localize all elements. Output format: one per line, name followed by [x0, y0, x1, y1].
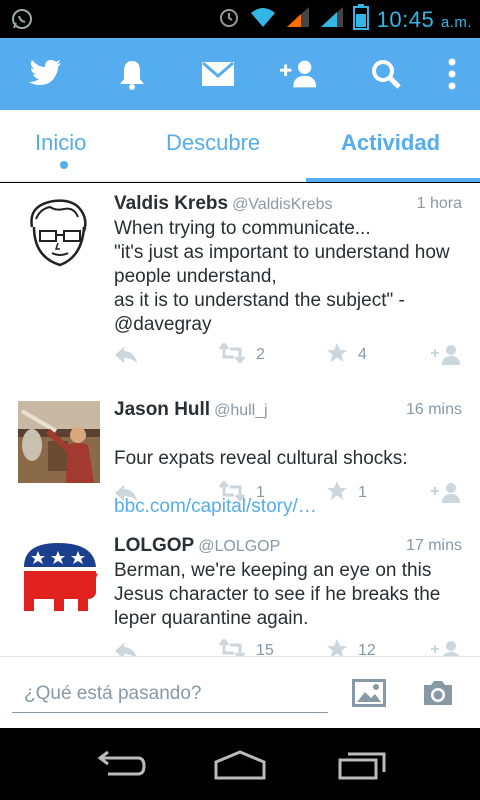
tweet-text: When trying to communicate... "it's just…: [114, 218, 450, 335]
unread-dot: [60, 161, 68, 169]
system-nav-bar: [0, 728, 480, 800]
compose-bar: ¿Qué está pasando?: [0, 656, 480, 728]
author-name[interactable]: Jason Hull: [114, 399, 210, 420]
favorite-count: 12: [358, 642, 376, 656]
app-bar: [0, 38, 480, 110]
retweet-button[interactable]: 15: [218, 637, 274, 656]
timeline[interactable]: Valdis Krebs @ValdisKrebs 1 hora When try…: [0, 183, 480, 656]
reply-icon[interactable]: [114, 639, 138, 656]
compose-input[interactable]: ¿Qué está pasando?: [12, 679, 328, 713]
favorite-button[interactable]: 1: [326, 480, 367, 507]
star-icon: [326, 342, 348, 369]
follow-icon[interactable]: [430, 343, 462, 367]
search-icon[interactable]: [366, 54, 406, 94]
retweet-icon: [218, 479, 246, 506]
notifications-bell-icon[interactable]: [112, 54, 152, 94]
favorite-count: 4: [358, 346, 367, 363]
favorite-button[interactable]: 4: [326, 342, 367, 369]
tweet-actions: 1 1: [114, 479, 462, 507]
retweet-count: 15: [256, 642, 274, 656]
whatsapp-icon: [10, 7, 34, 36]
avatar[interactable]: [18, 401, 100, 483]
retweet-button[interactable]: 2: [218, 341, 265, 368]
reply-icon[interactable]: [114, 343, 138, 367]
tweet-text-content: Four expats reveal cultural shocks:: [114, 448, 408, 469]
back-icon[interactable]: [90, 748, 150, 782]
author-handle[interactable]: @hull_j: [214, 402, 268, 419]
author-handle[interactable]: @LOLGOP: [198, 538, 280, 555]
tab-bar: Inicio Descubre Actividad: [0, 110, 480, 182]
retweet-button[interactable]: 1: [218, 479, 265, 506]
follow-icon[interactable]: [430, 639, 462, 656]
retweet-icon: [218, 637, 246, 656]
author-name[interactable]: LOLGOP: [114, 535, 194, 556]
favorite-count: 1: [358, 484, 367, 501]
tab-descubre[interactable]: Descubre: [166, 130, 260, 156]
avatar[interactable]: [18, 193, 100, 275]
favorite-button[interactable]: 12: [326, 638, 376, 656]
clock: 10:45 a.m.: [376, 6, 472, 32]
recent-apps-icon[interactable]: [332, 748, 392, 782]
signal-2-icon: [319, 5, 345, 34]
twitter-bird-icon[interactable]: [24, 54, 64, 94]
home-icon[interactable]: [210, 748, 270, 782]
add-user-icon[interactable]: [278, 54, 318, 94]
star-icon: [326, 638, 348, 656]
tweet-text: Berman, we're keeping an eye on this Jes…: [114, 560, 441, 629]
follow-icon[interactable]: [430, 481, 462, 505]
tweet-time: 16 mins: [405, 401, 462, 418]
tweet-actions: 2 4: [114, 341, 462, 369]
tweet-time: 17 mins: [405, 537, 462, 554]
tab-inicio[interactable]: Inicio: [35, 130, 86, 156]
image-icon[interactable]: [349, 677, 389, 709]
tab-actividad[interactable]: Actividad: [341, 130, 440, 156]
battery-icon: [352, 4, 369, 35]
retweet-icon: [218, 341, 246, 368]
wifi-icon: [249, 5, 277, 34]
camera-icon[interactable]: [418, 677, 458, 709]
alarm-icon: [217, 5, 241, 34]
avatar[interactable]: [18, 537, 100, 619]
star-icon: [326, 480, 348, 507]
reply-icon[interactable]: [114, 481, 138, 505]
author-handle[interactable]: @ValdisKrebs: [232, 196, 332, 213]
status-bar: 10:45 a.m.: [0, 0, 480, 38]
signal-1-icon: [285, 5, 311, 34]
tweet-actions: 15 12: [114, 637, 462, 656]
author-name[interactable]: Valdis Krebs: [114, 193, 228, 214]
overflow-menu-icon[interactable]: [432, 54, 472, 94]
retweet-count: 1: [256, 484, 265, 501]
active-tab-indicator: [306, 178, 480, 182]
messages-envelope-icon[interactable]: [198, 54, 238, 94]
tweet-time: 1 hora: [416, 195, 462, 212]
retweet-count: 2: [256, 346, 265, 363]
